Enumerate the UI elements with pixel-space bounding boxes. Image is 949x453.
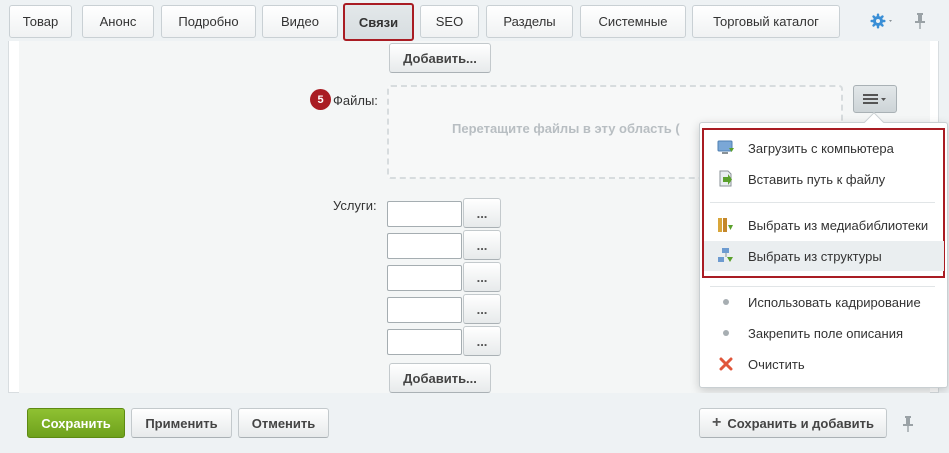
apply-button[interactable]: Применить [131, 408, 232, 438]
service-input-2[interactable] [387, 233, 462, 259]
tab-label: SEO [435, 14, 464, 29]
tab-system[interactable]: Системные [580, 5, 686, 38]
menu-item-choose-from-structure[interactable]: Выбрать из структуры [704, 241, 944, 271]
service-input-3[interactable] [387, 265, 462, 291]
tab-label: Товар [22, 14, 59, 29]
menu-item-upload-from-computer[interactable]: Загрузить с компьютера [704, 133, 944, 163]
menu-item-choose-from-media-library[interactable]: Выбрать из медиабиблиотеки [704, 210, 944, 240]
clear-icon [704, 357, 748, 371]
menu-item-label: Вставить путь к файлу [748, 171, 886, 187]
service-input-1[interactable] [387, 201, 462, 227]
files-label: Файлы: [333, 93, 378, 108]
service-input-5[interactable] [387, 329, 462, 355]
service-browse-button-1[interactable]: ... [463, 198, 501, 228]
tab-label: Разделы [503, 14, 556, 29]
menu-item-insert-file-path[interactable]: Вставить путь к файлу [704, 164, 944, 194]
save-button[interactable]: Сохранить [27, 408, 125, 438]
file-source-menu: Загрузить с компьютера Вставить путь к ф… [699, 112, 948, 388]
save-and-add-button[interactable]: + Сохранить и добавить [699, 408, 887, 438]
menu-item-label: Выбрать из медиабиблиотеки [748, 217, 929, 233]
footer-pin-icon[interactable] [901, 415, 915, 433]
tab-label: Торговый каталог [713, 14, 819, 29]
service-browse-button-2[interactable]: ... [463, 230, 501, 260]
tab-label: Подробно [178, 14, 239, 29]
menu-item-label: Загрузить с компьютера [748, 140, 894, 156]
add-button-top[interactable]: Добавить... [389, 43, 491, 73]
pin-icon[interactable] [913, 12, 927, 30]
service-browse-button-4[interactable]: ... [463, 294, 501, 324]
menu-item-pin-description-field[interactable]: Закрепить поле описания [704, 318, 944, 348]
file-menu-button[interactable] [853, 85, 897, 113]
site-structure-icon [704, 247, 748, 265]
tab-announce[interactable]: Анонс [82, 5, 154, 38]
service-browse-button-5[interactable]: ... [463, 326, 501, 356]
bullet-icon [704, 330, 748, 336]
menu-item-label: Выбрать из структуры [748, 248, 882, 264]
tab-label: Связи [358, 14, 399, 30]
services-label: Услуги: [333, 198, 377, 213]
cancel-button[interactable]: Отменить [238, 408, 329, 438]
tab-label: Видео [281, 14, 319, 29]
media-library-icon [704, 216, 748, 234]
tab-bar: Товар Анонс Подробно Видео Связи SEO Раз… [0, 0, 949, 42]
tab-links[interactable]: Связи [343, 3, 414, 41]
form-footer: Сохранить Применить Отменить + Сохранить… [0, 393, 949, 453]
tab-video[interactable]: Видео [262, 5, 338, 38]
tab-seo[interactable]: SEO [420, 5, 479, 38]
files-count-badge: 5 [310, 89, 331, 110]
plus-icon: + [712, 414, 722, 431]
add-service-button[interactable]: Добавить... [389, 363, 491, 393]
tab-product[interactable]: Товар [9, 5, 72, 38]
menu-separator [710, 202, 935, 203]
tab-trade-catalog[interactable]: Торговый каталог [692, 5, 840, 38]
file-path-icon [704, 170, 748, 188]
dropzone-text: Перетащите файлы в эту область ( [452, 121, 680, 136]
menu-item-label: Использовать кадрирование [748, 294, 921, 310]
menu-item-label: Очистить [748, 356, 805, 372]
service-browse-button-3[interactable]: ... [463, 262, 501, 292]
menu-item-use-cropping[interactable]: Использовать кадрирование [704, 287, 944, 317]
computer-upload-icon [704, 140, 748, 156]
bullet-icon [704, 299, 748, 305]
tab-label: Системные [598, 14, 668, 29]
hamburger-icon [863, 94, 886, 104]
tab-label: Анонс [99, 14, 137, 29]
menu-item-clear[interactable]: Очистить [704, 349, 944, 379]
tab-details[interactable]: Подробно [161, 5, 256, 38]
save-and-add-label: Сохранить и добавить [727, 415, 874, 431]
tab-sections[interactable]: Разделы [486, 5, 573, 38]
menu-item-label: Закрепить поле описания [748, 325, 904, 341]
settings-gear-icon[interactable] [869, 11, 895, 31]
service-input-4[interactable] [387, 297, 462, 323]
